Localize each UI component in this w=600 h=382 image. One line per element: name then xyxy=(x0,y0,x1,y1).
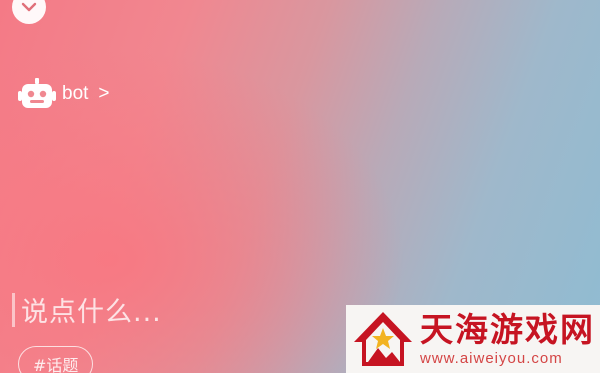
site-watermark: 天海游戏网 www.aiweiyou.com xyxy=(346,305,600,373)
text-caret xyxy=(12,292,15,327)
watermark-title: 天海游戏网 xyxy=(420,309,595,349)
chevron-right-icon: > xyxy=(98,83,110,104)
house-logo-icon xyxy=(354,312,412,366)
watermark-url: www.aiweiyou.com xyxy=(420,349,563,367)
chevron-down-icon xyxy=(21,2,37,12)
bot-label: bot xyxy=(62,83,89,104)
topic-chip[interactable]: #话题 xyxy=(18,346,94,382)
comment-input[interactable]: 说点什么... xyxy=(12,290,162,329)
bot-entry[interactable]: bot > xyxy=(18,78,110,110)
robot-icon xyxy=(18,78,56,108)
input-placeholder: 说点什么... xyxy=(21,297,162,328)
